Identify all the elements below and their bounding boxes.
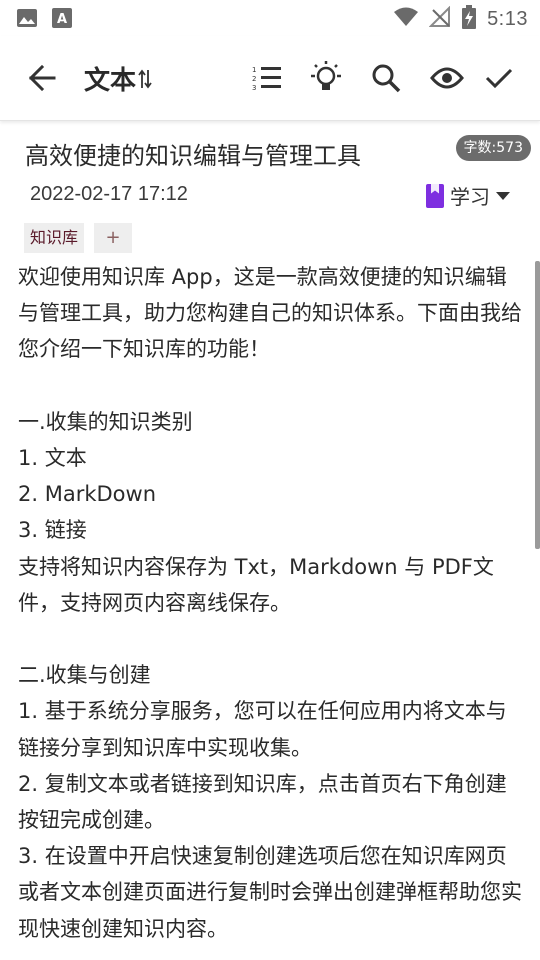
word-count-badge: 字数:573 [455, 135, 531, 161]
preview-button[interactable] [423, 54, 471, 102]
search-button[interactable] [362, 54, 410, 102]
no-signal-icon [428, 5, 451, 32]
list-icon: 123 [252, 66, 281, 91]
category-label: 学习 [450, 185, 490, 209]
page-title: 文本 [84, 66, 137, 96]
book-icon [426, 183, 444, 208]
svg-text:A: A [57, 12, 67, 27]
lightbulb-icon [311, 61, 341, 90]
battery-charging-icon [461, 5, 477, 33]
focus-mode-button[interactable] [302, 54, 350, 102]
note-title[interactable]: 高效便捷的知识编辑与管理工具 [25, 136, 361, 171]
wifi-icon [393, 7, 419, 31]
svg-text:3: 3 [252, 84, 256, 91]
image-notification-icon [16, 8, 38, 32]
category-dropdown[interactable]: 学习 [426, 181, 510, 210]
back-button[interactable] [18, 54, 66, 102]
add-tag-button[interactable]: + [94, 223, 133, 253]
editor-mode-selector[interactable]: 文本 [84, 60, 152, 97]
tag-list: 知识库 + [24, 223, 133, 253]
status-time: 5:13 [487, 7, 528, 30]
sort-icon [138, 69, 152, 88]
back-arrow-icon [28, 65, 56, 91]
note-date: 2022-02-17 17:12 [30, 183, 188, 205]
app-bar: 文本 123 [0, 36, 540, 121]
dropdown-arrow-icon [496, 191, 510, 200]
svg-text:2: 2 [252, 75, 256, 83]
status-bar: A 5:13 [0, 0, 540, 36]
eye-icon [430, 67, 464, 89]
font-notification-icon: A [52, 8, 72, 32]
search-icon [372, 64, 401, 93]
scrollbar[interactable] [535, 261, 540, 549]
note-editor[interactable]: 高效便捷的知识编辑与管理工具 字数:573 2022-02-17 17:12 学… [0, 121, 540, 960]
svg-text:1: 1 [252, 66, 256, 74]
check-icon [485, 68, 513, 89]
outline-button[interactable]: 123 [243, 54, 291, 102]
tag-chip[interactable]: 知识库 [24, 223, 85, 253]
note-body[interactable]: 欢迎使用知识库 App，这是一款高效便捷的知识编辑与管理工具，助力您构建自己的知… [18, 259, 523, 947]
save-button[interactable] [475, 54, 523, 102]
